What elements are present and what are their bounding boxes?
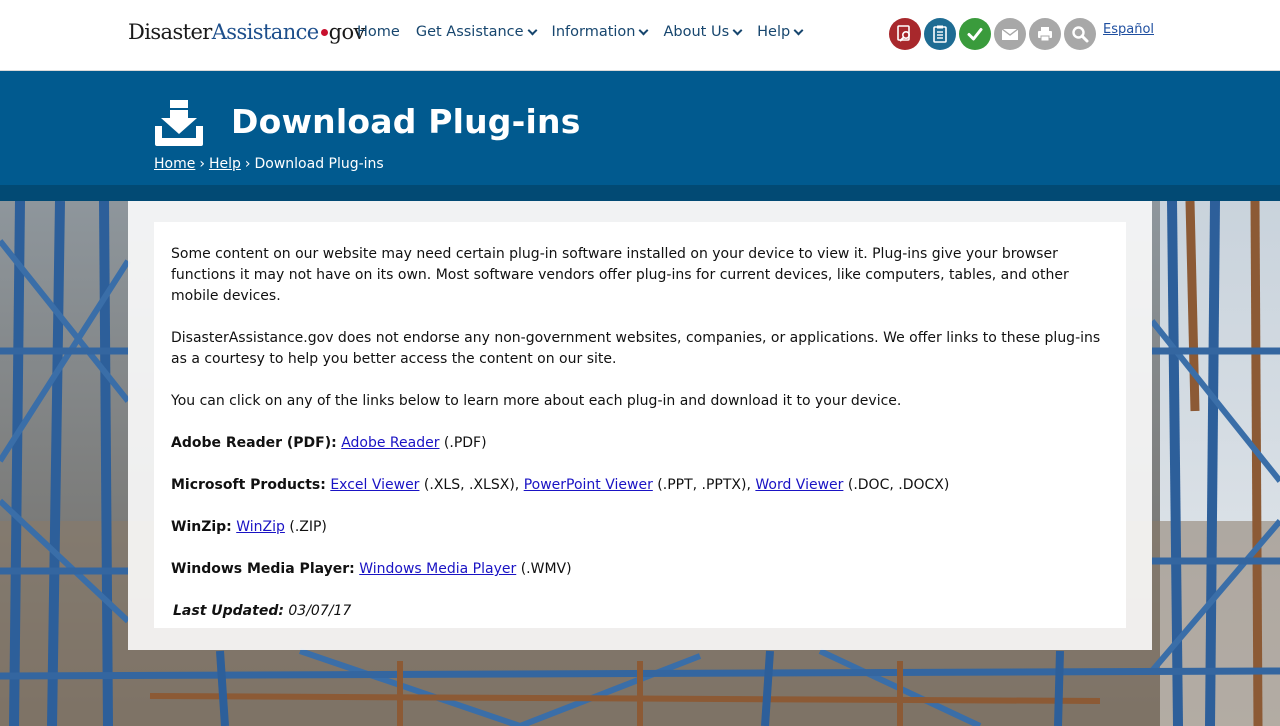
last-updated-label: Last Updated: <box>173 603 284 619</box>
page-header-band-bottom <box>0 185 1280 201</box>
breadcrumb-help[interactable]: Help <box>209 156 241 172</box>
winzip-link[interactable]: WinZip <box>236 519 285 535</box>
chevron-down-icon <box>639 25 649 35</box>
chevron-down-icon <box>732 25 743 35</box>
checklist-icon[interactable] <box>924 18 956 50</box>
disclaimer-paragraph: DisasterAssistance.gov does not endorse … <box>171 330 1101 367</box>
microsoft-row: Microsoft Products: Excel Viewer (.XLS, … <box>171 475 1116 496</box>
main-nav: Home Get Assistance Information About Us… <box>357 24 818 40</box>
nav-help[interactable]: Help <box>757 24 804 40</box>
word-ext: (.DOC, .DOCX) <box>847 477 950 493</box>
espanol-link[interactable]: Español <box>1103 22 1154 37</box>
wmp-label: Windows Media Player: <box>171 561 355 577</box>
print-icon[interactable] <box>1029 18 1061 50</box>
excel-ext: (.XLS, .XLSX), <box>423 477 520 493</box>
powerpoint-ext: (.PPT, .PPTX), <box>657 477 751 493</box>
intro-paragraph: Some content on our website may need cer… <box>171 246 1069 304</box>
winzip-row: WinZip: WinZip (.ZIP) <box>171 517 1116 538</box>
utility-toolbar <box>889 18 1096 50</box>
wmp-row: Windows Media Player: Windows Media Play… <box>171 559 1116 580</box>
excel-viewer-link[interactable]: Excel Viewer <box>330 477 419 493</box>
adobe-row: Adobe Reader (PDF): Adobe Reader (.PDF) <box>171 433 1116 454</box>
instructions-paragraph: You can click on any of the links below … <box>171 393 902 409</box>
breadcrumb-current: Download Plug-ins <box>254 156 384 172</box>
nav-information[interactable]: Information <box>551 24 649 40</box>
adobe-reader-link[interactable]: Adobe Reader <box>341 435 439 451</box>
word-viewer-link[interactable]: Word Viewer <box>755 477 843 493</box>
breadcrumb-separator: › <box>244 156 251 172</box>
nav-about-us-label: About Us <box>663 24 730 40</box>
find-assistance-icon[interactable] <box>889 18 921 50</box>
adobe-ext: (.PDF) <box>443 435 487 451</box>
nav-home-label: Home <box>357 24 400 40</box>
wmp-ext: (.WMV) <box>520 561 572 577</box>
nav-home[interactable]: Home <box>357 24 400 40</box>
site-logo[interactable]: DisasterAssistance gov <box>128 20 365 44</box>
chevron-down-icon <box>527 25 537 35</box>
chevron-down-icon <box>793 25 804 35</box>
nav-get-assistance[interactable]: Get Assistance <box>415 24 537 40</box>
adobe-label: Adobe Reader (PDF): <box>171 435 337 451</box>
breadcrumb-home[interactable]: Home <box>154 156 195 172</box>
microsoft-label: Microsoft Products: <box>171 477 326 493</box>
last-updated-date: 03/07/17 <box>288 603 352 619</box>
search-icon[interactable] <box>1064 18 1096 50</box>
nav-information-label: Information <box>551 24 636 40</box>
nav-help-label: Help <box>757 24 791 40</box>
nav-about-us[interactable]: About Us <box>663 24 743 40</box>
nav-get-assistance-label: Get Assistance <box>415 24 524 40</box>
breadcrumb: Home › Help › Download Plug-ins <box>154 156 384 172</box>
download-icon <box>155 100 203 146</box>
logo-part-assistance: Assistance <box>211 20 319 44</box>
logo-dot <box>320 29 328 36</box>
email-icon[interactable] <box>994 18 1026 50</box>
logo-part-disaster: Disaster <box>128 20 212 44</box>
winzip-ext: (.ZIP) <box>289 519 327 535</box>
site-header: DisasterAssistance gov Home Get Assistanc… <box>0 0 1280 71</box>
last-updated: Last Updated: 03/07/17 <box>173 601 1116 622</box>
windows-media-player-link[interactable]: Windows Media Player <box>359 561 516 577</box>
main-content: Some content on our website may need cer… <box>171 244 1116 643</box>
page-title: Download Plug-ins <box>231 102 581 141</box>
powerpoint-viewer-link[interactable]: PowerPoint Viewer <box>524 477 653 493</box>
winzip-label: WinZip: <box>171 519 232 535</box>
check-status-icon[interactable] <box>959 18 991 50</box>
breadcrumb-separator: › <box>199 156 205 172</box>
